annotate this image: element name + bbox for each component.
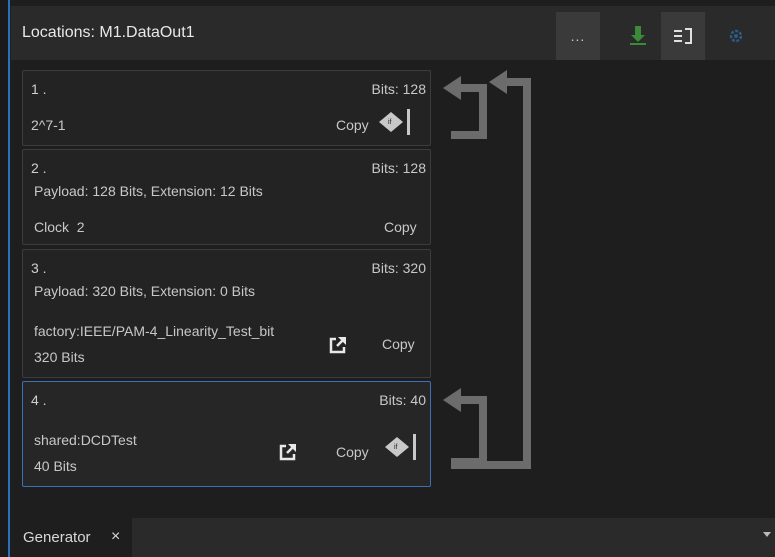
- svg-text:if: if: [394, 444, 398, 451]
- location-card-3[interactable]: 3 . Bits: 320 Payload: 320 Bits, Extensi…: [22, 249, 431, 378]
- card-size: 320 Bits: [34, 349, 85, 365]
- card-index: 4 .: [31, 392, 47, 408]
- card-value: factory:IEEE/PAM-4_Linearity_Test_bit: [34, 323, 275, 339]
- card-payload: Payload: 320 Bits, Extension: 0 Bits: [34, 283, 256, 299]
- more-options-button[interactable]: ...: [556, 12, 600, 60]
- card-value: 2^7-1: [31, 117, 66, 133]
- copy-button[interactable]: Copy: [384, 219, 417, 235]
- locations-content: 1 . Bits: 128 2^7-1 Copy if 2 . Bits: 12…: [11, 60, 775, 518]
- condition-jump-icon[interactable]: if: [375, 107, 415, 137]
- loop-arrow-outer-head: [489, 70, 507, 94]
- copy-button[interactable]: Copy: [336, 444, 369, 460]
- location-card-2[interactable]: 2 . Bits: 128 Payload: 128 Bits, Extensi…: [22, 149, 431, 245]
- open-external-icon[interactable]: [329, 336, 347, 354]
- panel-header: Locations: M1.DataOut1 ...: [11, 6, 775, 60]
- download-button[interactable]: [616, 12, 660, 60]
- download-icon: [630, 26, 646, 45]
- condition-jump-icon[interactable]: if: [381, 432, 421, 462]
- card-value: shared:DCDTest: [34, 432, 137, 448]
- card-bits: Bits: 320: [371, 260, 426, 276]
- copy-button[interactable]: Copy: [336, 117, 369, 133]
- connector-arrows: [443, 70, 531, 469]
- left-accent-bar: [8, 0, 10, 557]
- loop-arrow-card4: [451, 396, 487, 466]
- card-size: 40 Bits: [34, 458, 77, 474]
- card-bits: Bits: 128: [371, 160, 426, 176]
- bottom-tab-bar: Generator ×: [11, 518, 775, 557]
- left-edge-strip: [0, 0, 10, 557]
- loop-arrow-outer: [451, 78, 531, 469]
- card-index: 2 .: [31, 160, 47, 176]
- panel-title: Locations: M1.DataOut1: [22, 24, 195, 41]
- tab-generator[interactable]: Generator ×: [11, 518, 132, 557]
- chevron-down-icon[interactable]: [763, 532, 771, 537]
- card-bits: Bits: 40: [379, 392, 426, 408]
- settings-button[interactable]: [714, 12, 758, 60]
- close-icon[interactable]: ×: [111, 528, 120, 546]
- settings-icon: [729, 29, 743, 43]
- more-options-label: ...: [570, 28, 586, 44]
- svg-text:if: if: [388, 119, 392, 126]
- card-value: Clock 2: [34, 219, 85, 235]
- loop-arrow-card4-head: [443, 388, 461, 412]
- loop-arrow-card1-head: [443, 76, 461, 100]
- card-payload: Payload: 128 Bits, Extension: 12 Bits: [34, 183, 263, 199]
- card-index: 3 .: [31, 260, 47, 276]
- panel-toggle-icon: [674, 28, 692, 44]
- card-bits: Bits: 128: [371, 81, 426, 97]
- open-external-icon[interactable]: [279, 443, 297, 461]
- location-card-4[interactable]: 4 . Bits: 40 shared:DCDTest 40 Bits Copy…: [22, 381, 431, 487]
- panel-toggle-button[interactable]: [661, 12, 705, 60]
- copy-button[interactable]: Copy: [382, 336, 415, 352]
- card-index: 1 .: [31, 81, 47, 97]
- tab-generator-label: Generator: [23, 529, 91, 546]
- location-card-1[interactable]: 1 . Bits: 128 2^7-1 Copy if: [22, 70, 431, 146]
